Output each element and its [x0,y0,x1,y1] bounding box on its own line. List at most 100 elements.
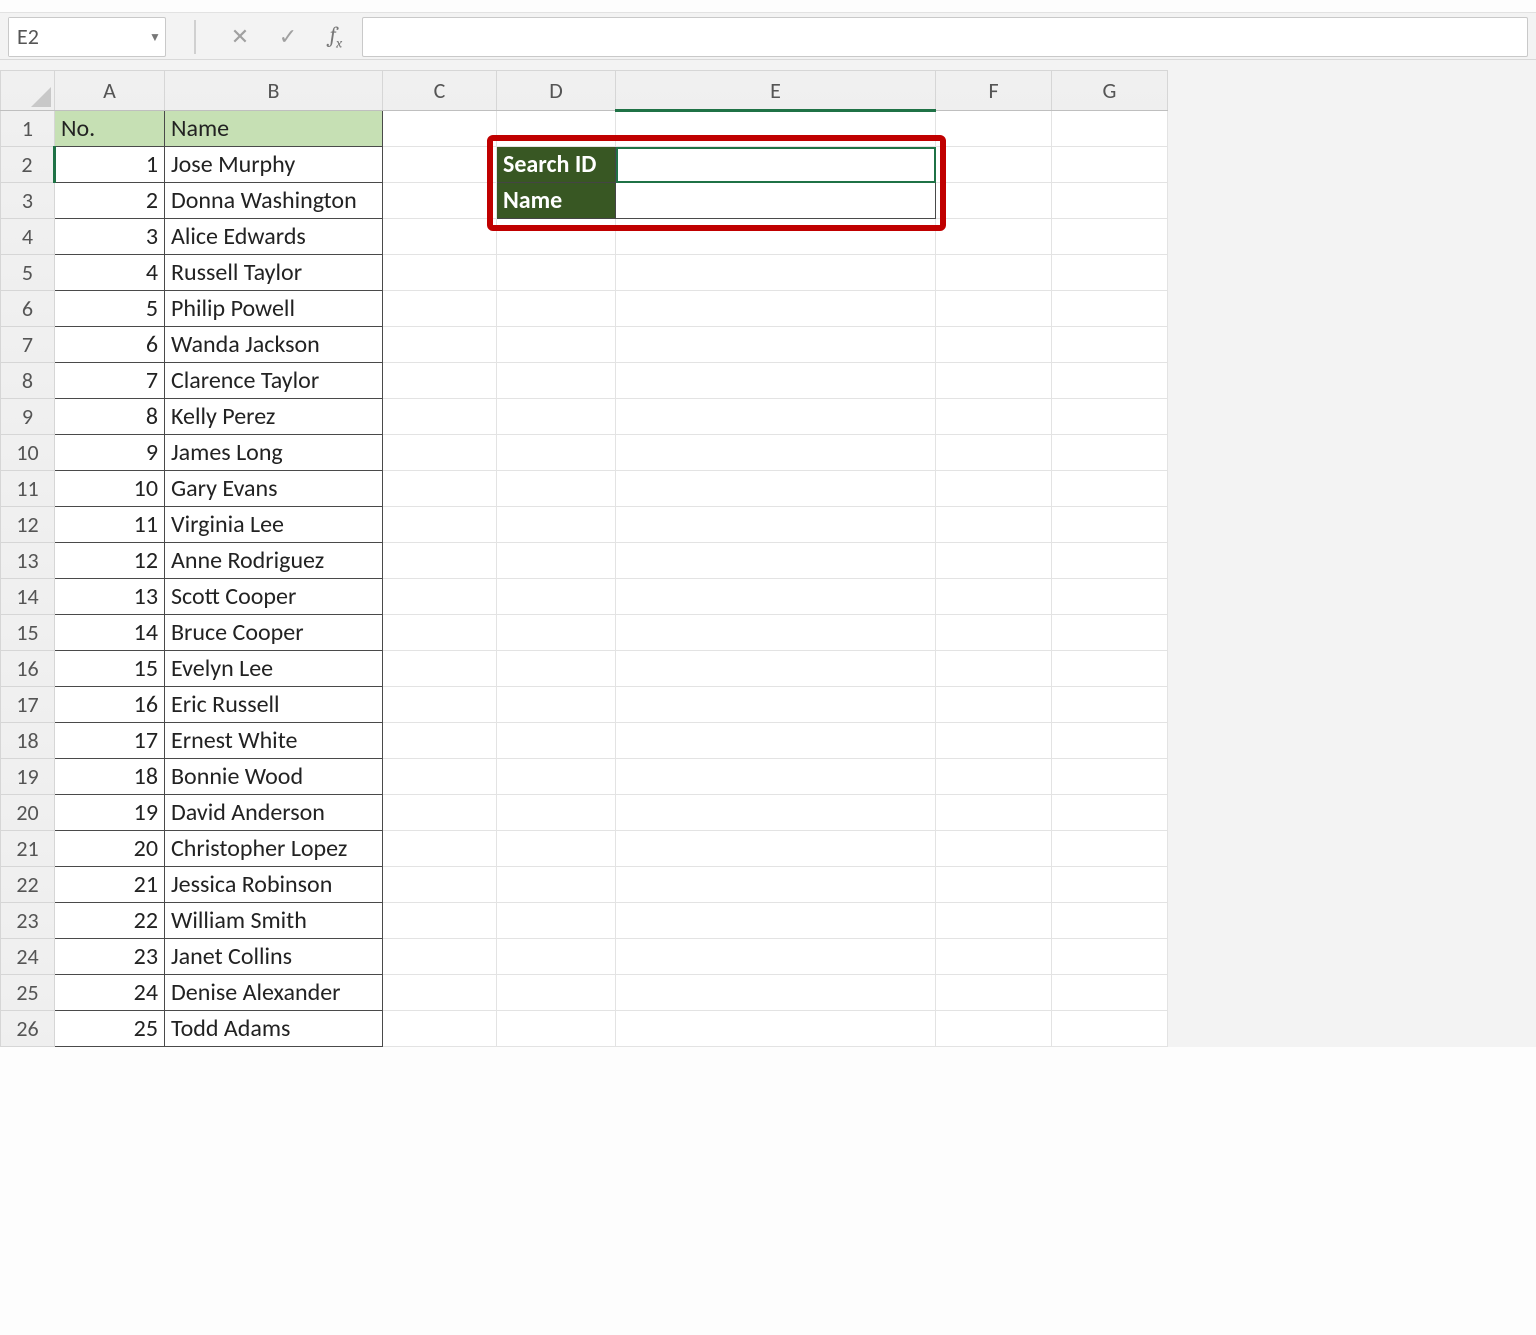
cell[interactable] [1052,543,1168,579]
cell[interactable] [383,687,497,723]
cell[interactable] [497,579,616,615]
cell[interactable] [936,831,1052,867]
formula-input[interactable] [362,17,1528,57]
cell-no[interactable]: 9 [55,435,165,471]
cell-name[interactable]: Eric Russell [165,687,383,723]
row-header[interactable]: 15 [1,615,55,651]
cell-name[interactable]: James Long [165,435,383,471]
cell-name[interactable]: Anne Rodriguez [165,543,383,579]
cell[interactable] [1052,1011,1168,1047]
cell[interactable] [616,507,936,543]
row-header[interactable]: 7 [1,327,55,363]
row-header[interactable]: 18 [1,723,55,759]
cell[interactable] [616,255,936,291]
row-header[interactable]: 10 [1,435,55,471]
cell-no[interactable]: 13 [55,579,165,615]
spreadsheet-grid[interactable]: A B C D E F G 1No.Name21Jose MurphySearc… [0,70,1168,1047]
cell-name[interactable]: Russell Taylor [165,255,383,291]
cell-name[interactable]: Todd Adams [165,1011,383,1047]
cell[interactable] [383,939,497,975]
insert-function-icon[interactable]: fx [322,24,350,50]
cell[interactable] [383,975,497,1011]
cell[interactable] [497,543,616,579]
cell[interactable] [616,687,936,723]
cell[interactable] [936,1011,1052,1047]
col-header-D[interactable]: D [497,71,616,111]
select-all-button[interactable] [1,71,55,111]
cell-no[interactable]: 17 [55,723,165,759]
cell[interactable] [1052,327,1168,363]
cell-no[interactable]: 23 [55,939,165,975]
cell[interactable] [1052,651,1168,687]
cell[interactable] [1052,579,1168,615]
cell-name[interactable]: Scott Cooper [165,579,383,615]
cell-name[interactable]: Evelyn Lee [165,651,383,687]
cell-name[interactable]: Philip Powell [165,291,383,327]
cell[interactable] [936,183,1052,219]
cell[interactable] [1052,795,1168,831]
cell[interactable] [936,723,1052,759]
cell[interactable] [1052,435,1168,471]
row-header[interactable]: 20 [1,795,55,831]
name-box-wrap[interactable]: E2 ▼ [8,17,166,57]
cell[interactable] [616,723,936,759]
cell[interactable] [497,687,616,723]
cell[interactable] [383,723,497,759]
cell[interactable] [936,147,1052,183]
cell[interactable] [497,255,616,291]
cell[interactable] [1052,291,1168,327]
cell[interactable] [497,111,616,147]
cell-no[interactable]: 18 [55,759,165,795]
col-header-F[interactable]: F [936,71,1052,111]
cell[interactable] [383,1011,497,1047]
cell-name[interactable]: Christopher Lopez [165,831,383,867]
cell[interactable] [1052,615,1168,651]
cell[interactable] [616,579,936,615]
cell[interactable] [936,579,1052,615]
cell[interactable] [383,831,497,867]
cell[interactable] [616,651,936,687]
cell[interactable] [1052,255,1168,291]
cell[interactable] [1052,723,1168,759]
cell[interactable] [936,687,1052,723]
cell[interactable] [497,939,616,975]
row-header[interactable]: 16 [1,651,55,687]
cell[interactable] [616,903,936,939]
cell-no[interactable]: 14 [55,615,165,651]
cell[interactable] [616,831,936,867]
cell[interactable] [383,219,497,255]
cell-name[interactable]: Kelly Perez [165,399,383,435]
cell[interactable] [497,1011,616,1047]
cell[interactable] [497,795,616,831]
cell[interactable] [383,399,497,435]
cell[interactable] [616,615,936,651]
cell-name[interactable]: David Anderson [165,795,383,831]
cell[interactable] [936,291,1052,327]
cell[interactable] [616,1011,936,1047]
cell[interactable] [1052,939,1168,975]
cell[interactable] [383,615,497,651]
lookup-label-search-id[interactable]: Search ID [497,147,616,183]
cell-name[interactable]: Janet Collins [165,939,383,975]
cell[interactable] [616,759,936,795]
cell-no[interactable]: 12 [55,543,165,579]
row-header[interactable]: 26 [1,1011,55,1047]
cell-no[interactable]: 20 [55,831,165,867]
lookup-input-name[interactable] [616,183,936,219]
cell[interactable] [616,939,936,975]
row-header[interactable]: 5 [1,255,55,291]
cell[interactable] [616,111,936,147]
cell[interactable] [497,471,616,507]
cell[interactable] [936,399,1052,435]
cell-no[interactable]: 3 [55,219,165,255]
cell[interactable] [1052,903,1168,939]
cell[interactable] [616,543,936,579]
cell[interactable] [936,975,1052,1011]
cell[interactable] [383,363,497,399]
row-header[interactable]: 21 [1,831,55,867]
cell-no[interactable]: 24 [55,975,165,1011]
cell-no[interactable]: 1 [55,147,165,183]
cell[interactable] [1052,471,1168,507]
cell[interactable] [616,291,936,327]
cell[interactable] [383,543,497,579]
